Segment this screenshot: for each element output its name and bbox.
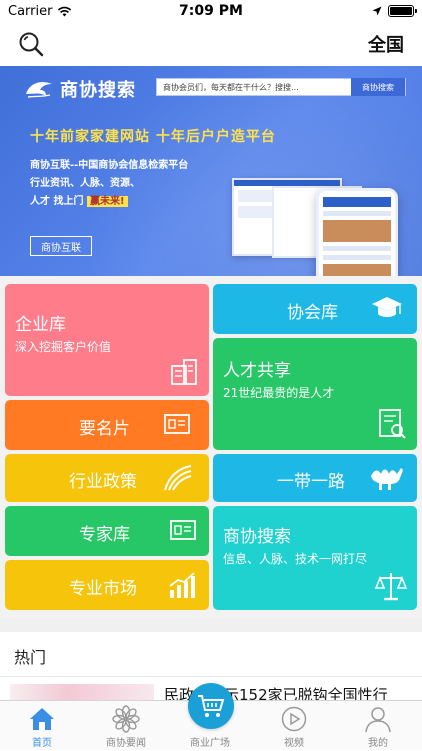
- tile-experts[interactable]: 专家库: [5, 506, 209, 556]
- tile-enterprise-subtitle: 深入挖掘客户价值: [15, 338, 111, 355]
- tile-industry-policy[interactable]: 行业政策: [5, 454, 209, 502]
- section-separator: [0, 618, 422, 632]
- tile-business-card[interactable]: 要名片: [5, 400, 209, 450]
- plaza-button[interactable]: [188, 683, 234, 729]
- banner-search-button: 商协搜索: [351, 78, 405, 96]
- banner-search-box: 商协会员们，每天都在干什么？搜搜... 商协搜索: [156, 78, 406, 96]
- tile-shangxie-search-title: 商协搜索: [223, 522, 291, 547]
- tile-association[interactable]: 协会库: [213, 284, 417, 334]
- tile-shangxie-search-subtitle: 信息、人脉、技术一网打尽: [223, 550, 367, 567]
- tile-professional-market[interactable]: 专业市场: [5, 560, 209, 610]
- user-icon: [364, 705, 392, 733]
- document-search-icon: [377, 408, 407, 440]
- tile-industry-policy-title: 行业政策: [69, 467, 137, 492]
- graduation-cap-icon: [371, 294, 403, 324]
- banner-highlight-badge: 赢未来!: [87, 196, 128, 207]
- swoosh-icon: [161, 462, 193, 494]
- top-nav: 全国: [0, 22, 422, 66]
- feature-grid: 企业库 深入挖掘客户价值 协会库 人才共享 21世纪最贵的是人才: [0, 276, 422, 618]
- tab-video[interactable]: 视频: [252, 701, 336, 751]
- tile-enterprise-title: 企业库: [15, 310, 66, 335]
- banner-desc-3-text: 人才 找上门: [30, 196, 83, 207]
- tab-profile[interactable]: 我的: [336, 701, 420, 751]
- play-circle-icon: [280, 705, 308, 733]
- tile-enterprise[interactable]: 企业库 深入挖掘客户价值: [5, 284, 209, 396]
- camel-icon: [369, 462, 405, 492]
- banner-desc-2: 行业资讯、人脉、资源、: [30, 174, 140, 189]
- status-bar: Carrier 7:09 PM: [0, 0, 422, 22]
- tile-talent-subtitle: 21世纪最贵的是人才: [223, 384, 334, 401]
- bar-chart-icon: [167, 570, 197, 600]
- tab-news-label: 商协要闻: [84, 734, 168, 749]
- bottom-tab-bar: 首页 商协要闻: [0, 700, 422, 750]
- tile-belt-road-title: 一带一路: [277, 467, 345, 492]
- banner-carousel[interactable]: 商协搜索 商协会员们，每天都在干什么？搜搜... 商协搜索 十年前家家建网站 十…: [0, 66, 422, 276]
- banner-desc-1: 商协互联--中国商协会信息检索平台: [30, 156, 188, 171]
- banner-logo-text: 商协搜索: [60, 76, 136, 102]
- home-icon: [28, 705, 56, 733]
- battery-fill: [390, 7, 412, 15]
- hot-divider: [0, 676, 422, 677]
- status-time: 7:09 PM: [0, 3, 422, 19]
- id-card-icon: [163, 412, 191, 436]
- tab-home-label: 首页: [0, 734, 84, 749]
- flower-icon: [112, 705, 140, 733]
- banner-logo: 商协搜索: [24, 76, 136, 102]
- hot-section-title: 热门: [14, 644, 46, 668]
- battery-icon: [388, 5, 414, 17]
- tile-talent[interactable]: 人才共享 21世纪最贵的是人才: [213, 338, 417, 450]
- id-card-icon: [169, 518, 197, 542]
- tile-experts-title: 专家库: [79, 520, 130, 545]
- tab-business-plaza[interactable]: 商业广场: [168, 701, 252, 751]
- tile-belt-road[interactable]: 一带一路: [213, 454, 417, 502]
- tile-shangxie-search[interactable]: 商协搜索 信息、人脉、技术一网打尽: [213, 506, 417, 610]
- banner-phone-illustration: [316, 188, 398, 276]
- scales-icon: [375, 570, 407, 602]
- tab-news[interactable]: 商协要闻: [84, 701, 168, 751]
- tile-professional-market-title: 专业市场: [69, 574, 137, 599]
- tile-talent-title: 人才共享: [223, 356, 291, 381]
- tab-business-plaza-label: 商业广场: [168, 734, 252, 749]
- tab-profile-label: 我的: [336, 734, 420, 749]
- tile-business-card-title: 要名片: [79, 414, 130, 439]
- search-icon[interactable]: [18, 31, 44, 57]
- banner-button: 商协互联: [30, 236, 92, 256]
- shopping-cart-icon: [197, 693, 225, 719]
- tab-home[interactable]: 首页: [0, 701, 84, 751]
- region-selector[interactable]: 全国: [368, 31, 404, 57]
- building-icon: [169, 356, 199, 386]
- dolphin-logo-icon: [24, 78, 54, 100]
- tab-video-label: 视频: [252, 734, 336, 749]
- banner-desc-3: 人才 找上门 赢未来!: [30, 192, 128, 207]
- banner-slogan: 十年前家家建网站 十年后户户造平台: [30, 126, 276, 146]
- tile-association-title: 协会库: [287, 298, 338, 323]
- banner-search-placeholder: 商协会员们，每天都在干什么？搜搜...: [157, 82, 351, 93]
